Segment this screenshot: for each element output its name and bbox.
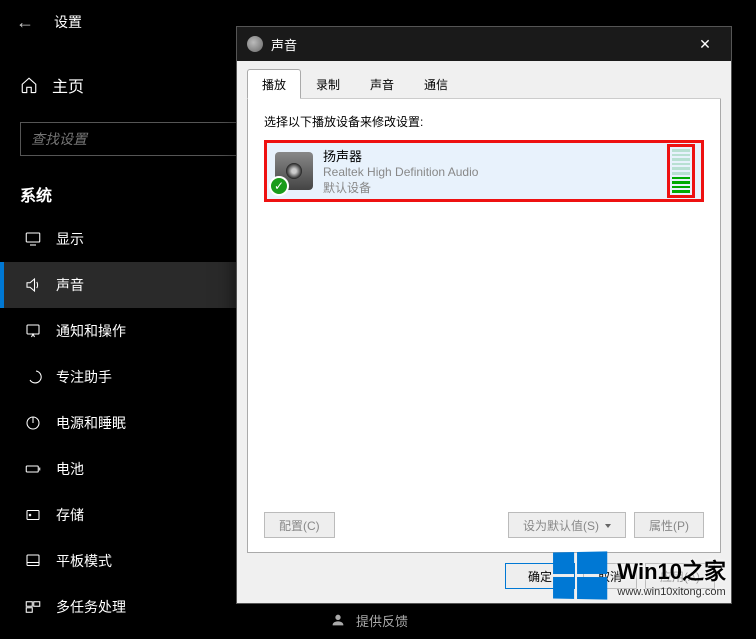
notify-icon <box>24 322 42 340</box>
nav-label: 电池 <box>56 459 84 479</box>
sound-icon <box>24 276 42 294</box>
dialog-title: 声音 <box>271 35 689 54</box>
vu-segment <box>672 154 690 157</box>
watermark: Win10之家 www.win10xitong.com <box>552 552 726 599</box>
configure-button[interactable]: 配置(C) <box>264 512 335 538</box>
watermark-url: www.win10xitong.com <box>617 586 726 598</box>
device-icon: ✓ <box>275 152 313 190</box>
vu-meter-frame <box>667 144 695 198</box>
vu-segment <box>672 149 690 152</box>
watermark-text: Win10之家 www.win10xitong.com <box>617 554 726 598</box>
storage-icon <box>24 506 42 524</box>
settings-title: 设置 <box>54 12 82 32</box>
device-button-row: 配置(C) 设为默认值(S) 属性(P) <box>264 512 704 538</box>
device-description: Realtek High Definition Audio <box>323 165 667 179</box>
vu-segment <box>672 172 690 175</box>
close-button[interactable]: ✕ <box>689 28 721 60</box>
playback-device[interactable]: ✓ 扬声器 Realtek High Definition Audio 默认设备 <box>264 140 704 202</box>
power-icon <box>24 414 42 432</box>
vu-meter <box>672 149 690 193</box>
dialog-titlebar[interactable]: 声音 ✕ <box>237 27 731 61</box>
vu-segment <box>672 177 690 180</box>
nav-label: 显示 <box>56 229 84 249</box>
instruction-text: 选择以下播放设备来修改设置: <box>264 113 704 130</box>
multitask-icon <box>24 598 42 616</box>
battery-icon <box>24 460 42 478</box>
focus-icon <box>24 368 42 386</box>
tab-1[interactable]: 录制 <box>301 69 355 98</box>
vu-segment <box>672 186 690 189</box>
watermark-brand: Win10之家 <box>617 554 726 586</box>
nav-label: 电源和睡眠 <box>56 413 126 433</box>
feedback-icon <box>330 612 346 628</box>
tab-0[interactable]: 播放 <box>247 69 301 99</box>
feedback-bar[interactable]: 提供反馈 <box>330 601 408 639</box>
device-list-empty[interactable] <box>264 208 704 502</box>
nav-label: 存储 <box>56 505 84 525</box>
device-status: 默认设备 <box>323 179 667 196</box>
dialog-body: 播放录制声音通信 选择以下播放设备来修改设置: ✓ 扬声器 Realtek Hi… <box>237 61 731 603</box>
back-button[interactable]: ← <box>16 12 34 33</box>
set-default-button[interactable]: 设为默认值(S) <box>508 512 626 538</box>
vu-segment <box>672 190 690 193</box>
nav-label: 多任务处理 <box>56 597 126 617</box>
tab-3[interactable]: 通信 <box>409 69 463 98</box>
tab-page-playback: 选择以下播放设备来修改设置: ✓ 扬声器 Realtek High Defini… <box>247 99 721 553</box>
nav-label: 通知和操作 <box>56 321 126 341</box>
display-icon <box>24 230 42 248</box>
device-name: 扬声器 <box>323 146 667 165</box>
properties-button[interactable]: 属性(P) <box>634 512 704 538</box>
windows-logo-icon <box>553 551 607 599</box>
vu-segment <box>672 181 690 184</box>
feedback-label: 提供反馈 <box>356 611 408 630</box>
tab-strip: 播放录制声音通信 <box>247 69 721 99</box>
home-label: 主页 <box>52 73 84 97</box>
sound-dialog: 声音 ✕ 播放录制声音通信 选择以下播放设备来修改设置: ✓ 扬声器 Realt… <box>236 26 732 604</box>
nav-label: 专注助手 <box>56 367 112 387</box>
vu-segment <box>672 167 690 170</box>
tablet-icon <box>24 552 42 570</box>
vu-segment <box>672 158 690 161</box>
device-texts: 扬声器 Realtek High Definition Audio 默认设备 <box>323 146 667 196</box>
vu-segment <box>672 163 690 166</box>
home-icon <box>20 76 38 94</box>
sound-dialog-icon <box>247 36 263 52</box>
default-check-icon: ✓ <box>269 176 289 196</box>
nav-label: 平板模式 <box>56 551 112 571</box>
nav-label: 声音 <box>56 275 84 295</box>
tab-2[interactable]: 声音 <box>355 69 409 98</box>
